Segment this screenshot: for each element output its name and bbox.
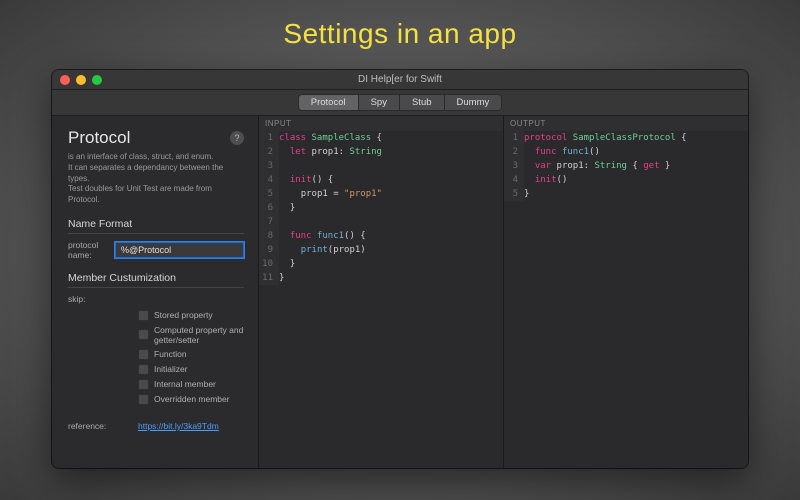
input-code[interactable]: 1class SampleClass { 2 let prop1: String… [259, 131, 503, 468]
checkbox-label: Initializer [154, 364, 188, 374]
skip-option: Internal member [68, 377, 244, 392]
desc-line: It can separates a dependancy between th… [68, 163, 244, 185]
checkbox[interactable] [138, 349, 149, 360]
tab-protocol[interactable]: Protocol [298, 94, 359, 111]
skip-option: Computed property and getter/setter [68, 323, 244, 347]
mode-segmented-control: Protocol Spy Stub Dummy [298, 94, 503, 111]
sidebar-title: Protocol [68, 128, 130, 148]
checkbox-label: Computed property and getter/setter [154, 325, 244, 345]
desc-line: Test doubles for Unit Test are made from… [68, 184, 244, 206]
window-title: DI Help[er for Swift [52, 74, 748, 85]
checkbox[interactable] [138, 379, 149, 390]
output-code[interactable]: 1protocol SampleClassProtocol { 2 func f… [504, 131, 748, 468]
app-window: DI Help[er for Swift Protocol Spy Stub D… [52, 70, 748, 468]
skip-checkbox-list: Stored property Computed property and ge… [68, 308, 244, 407]
skip-option: Overridden member [68, 392, 244, 407]
code-panes: INPUT 1class SampleClass { 2 let prop1: … [258, 116, 748, 468]
input-pane-header: INPUT [259, 116, 503, 131]
tab-stub[interactable]: Stub [400, 94, 445, 111]
skip-option: Initializer [68, 362, 244, 377]
minimize-icon[interactable] [76, 75, 86, 85]
help-icon[interactable]: ? [230, 131, 244, 145]
reference-label: reference: [68, 421, 132, 431]
checkbox[interactable] [138, 310, 149, 321]
protocol-name-label: protocol name: [68, 240, 109, 260]
settings-sidebar: Protocol ? is an interface of class, str… [52, 116, 258, 468]
section-member-customization: Member Custumization [68, 272, 244, 288]
checkbox[interactable] [138, 329, 149, 340]
checkbox-label: Internal member [154, 379, 216, 389]
sidebar-description: is an interface of class, struct, and en… [68, 152, 244, 206]
skip-label: skip: [68, 294, 132, 304]
titlebar: DI Help[er for Swift [52, 70, 748, 90]
traffic-lights [60, 75, 102, 85]
protocol-name-input[interactable] [115, 242, 244, 258]
checkbox[interactable] [138, 364, 149, 375]
checkbox-label: Stored property [154, 310, 213, 320]
tab-dummy[interactable]: Dummy [445, 94, 503, 111]
checkbox-label: Overridden member [154, 394, 230, 404]
section-name-format: Name Format [68, 218, 244, 234]
checkbox-label: Function [154, 349, 187, 359]
input-pane: INPUT 1class SampleClass { 2 let prop1: … [258, 116, 503, 468]
content-area: Protocol ? is an interface of class, str… [52, 116, 748, 468]
output-pane: OUTPUT 1protocol SampleClassProtocol { 2… [503, 116, 748, 468]
close-icon[interactable] [60, 75, 70, 85]
skip-option: Stored property [68, 308, 244, 323]
toolbar: Protocol Spy Stub Dummy [52, 90, 748, 116]
zoom-icon[interactable] [92, 75, 102, 85]
reference-row: reference: https://bit.ly/3ka9Tdm [68, 421, 244, 431]
reference-link[interactable]: https://bit.ly/3ka9Tdm [138, 421, 219, 431]
tab-spy[interactable]: Spy [359, 94, 400, 111]
skip-option: Function [68, 347, 244, 362]
hero-title: Settings in an app [0, 0, 800, 50]
output-pane-header: OUTPUT [504, 116, 748, 131]
desc-line: is an interface of class, struct, and en… [68, 152, 244, 163]
checkbox[interactable] [138, 394, 149, 405]
